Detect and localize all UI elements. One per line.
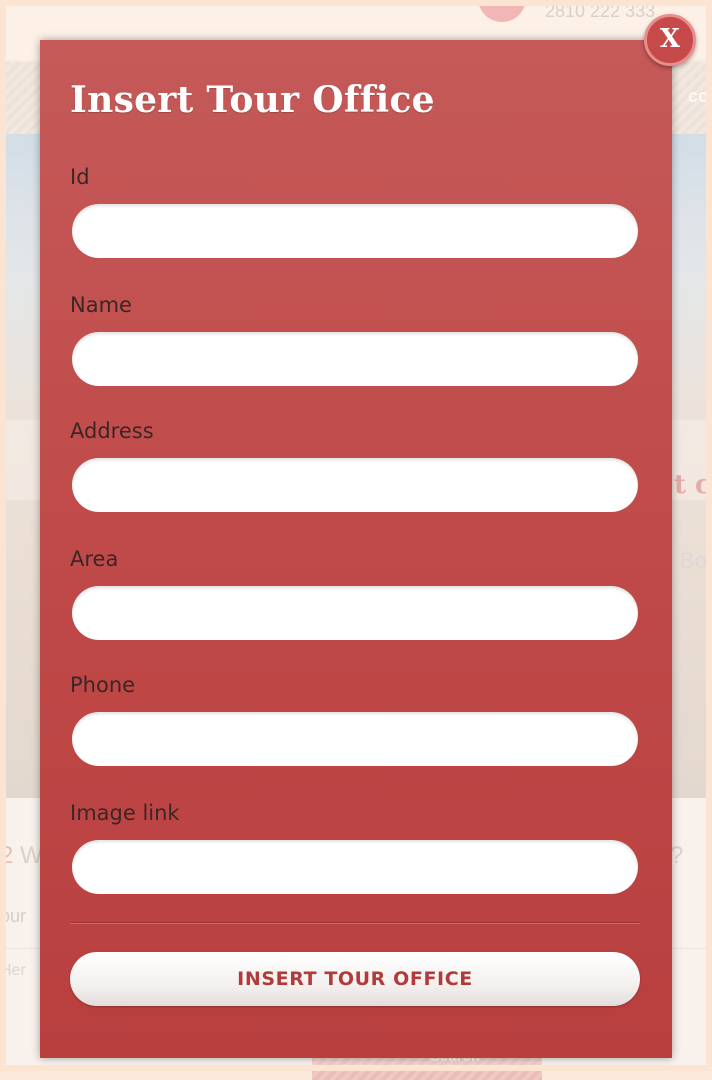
id-input[interactable] — [72, 204, 638, 258]
address-label: Address — [70, 419, 154, 443]
phone-label: Phone — [70, 673, 136, 697]
area-label: Area — [70, 547, 119, 571]
address-input[interactable] — [72, 458, 638, 512]
id-label: Id — [70, 165, 90, 189]
image-link-input[interactable] — [72, 840, 638, 894]
insert-tour-office-button[interactable]: INSERT TOUR OFFICE — [70, 952, 640, 1006]
area-input[interactable] — [72, 586, 638, 640]
name-input[interactable] — [72, 332, 638, 386]
image-link-label: Image link — [70, 801, 180, 825]
insert-tour-office-modal: Insert Tour Office Id Name Address Area … — [40, 40, 672, 1058]
close-icon[interactable]: X — [644, 14, 696, 66]
name-label: Name — [70, 293, 132, 317]
modal-title: Insert Tour Office — [70, 79, 435, 121]
phone-input[interactable] — [72, 712, 638, 766]
form-divider — [70, 922, 640, 924]
